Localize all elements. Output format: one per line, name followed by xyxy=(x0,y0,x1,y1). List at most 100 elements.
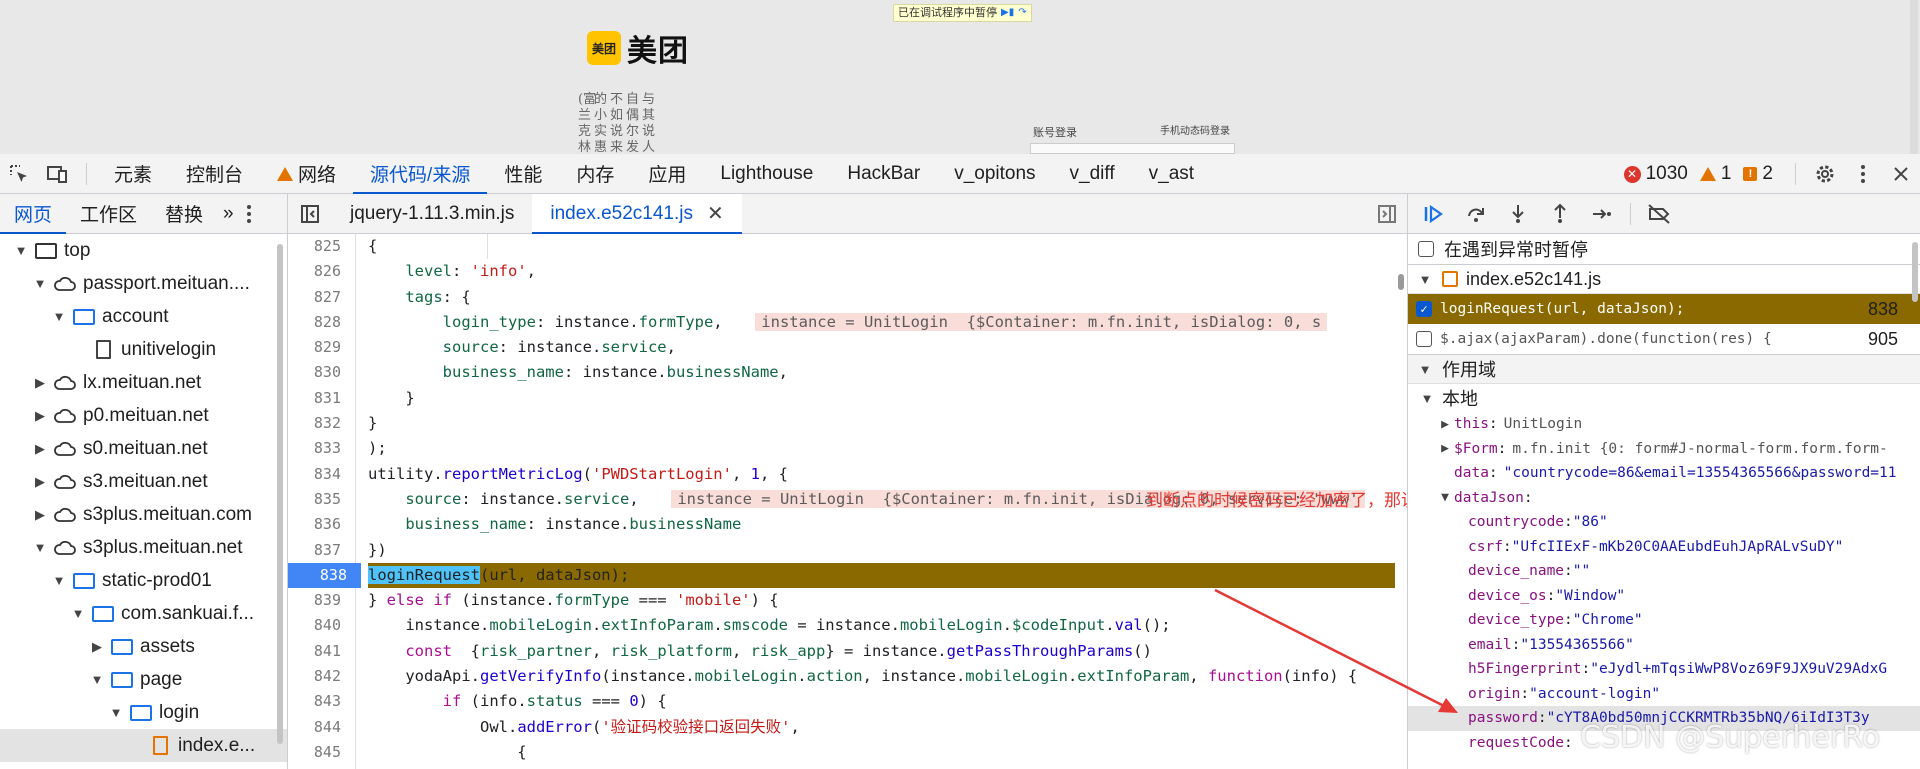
editor-tab-index[interactable]: index.e52c141.js ✕ xyxy=(532,193,743,234)
preview-scrollbar[interactable] xyxy=(1910,0,1918,154)
scope-field-row[interactable]: email: "13554365566" xyxy=(1408,633,1920,658)
debugger-scrollbar[interactable] xyxy=(1912,234,1918,764)
line-number[interactable]: 844 xyxy=(288,715,355,740)
device-toolbar-icon[interactable] xyxy=(38,154,76,194)
line-number[interactable]: 837 xyxy=(288,538,355,563)
scope-field-row[interactable]: origin: "account-login" xyxy=(1408,682,1920,707)
breakpoint-checkbox[interactable]: ✓ xyxy=(1416,301,1432,317)
expanded-chevron-icon[interactable]: ▼ xyxy=(69,606,87,621)
tree-item[interactable]: ▶ p0.meituan.net xyxy=(0,399,287,432)
line-number[interactable]: 842 xyxy=(288,664,355,689)
tab-network[interactable]: 网络 xyxy=(260,154,353,194)
expanded-chevron-icon[interactable]: ▼ xyxy=(31,276,49,291)
scope-section-header[interactable]: ▼ 作用域 xyxy=(1408,354,1920,384)
collapsed-chevron-icon[interactable]: ▶ xyxy=(88,639,106,655)
scope-variable-row[interactable]: ▶ $Form: m.fn.init {0: form#J-normal-for… xyxy=(1408,437,1920,462)
tab-sources[interactable]: 源代码/来源 xyxy=(353,154,488,194)
tab-console[interactable]: 控制台 xyxy=(169,154,260,194)
tab-application[interactable]: 应用 xyxy=(631,154,703,194)
tree-item[interactable]: ▼ com.sankuai.f... xyxy=(0,597,287,630)
error-count[interactable]: ✕ 1030 xyxy=(1623,163,1688,185)
line-number-gutter[interactable]: 825 826 827 828 829 830 831 832 833 834 835 836 837 8… xyxy=(288,234,361,769)
tree-item[interactable]: ▶ s0.meituan.net xyxy=(0,432,287,465)
inspect-element-icon[interactable] xyxy=(0,154,38,194)
line-number[interactable]: 843 xyxy=(288,689,355,714)
tab-performance[interactable]: 性能 xyxy=(487,154,559,194)
tree-item[interactable]: ▼ login xyxy=(0,696,287,729)
scope-variable-row[interactable]: data: "countrycode=86&email=13554365566&… xyxy=(1408,461,1920,486)
scope-variable-row[interactable]: ▶ this: UnitLogin xyxy=(1408,412,1920,437)
sidebar-toggle-icon[interactable] xyxy=(288,194,332,234)
tab-v-diff[interactable]: v_diff xyxy=(1053,154,1132,194)
issues-count[interactable]: ! 2 xyxy=(1743,163,1773,185)
tab-overrides[interactable]: 替换 xyxy=(151,194,217,234)
breakpoints-file-header[interactable]: ▼ index.e52c141.js xyxy=(1408,264,1920,294)
tree-item[interactable]: ▼ s3plus.meituan.net xyxy=(0,531,287,564)
line-number[interactable]: 841 xyxy=(288,639,355,664)
tree-item[interactable]: ▼ passport.meituan.... xyxy=(0,267,287,300)
scope-field-row[interactable]: countrycode: "86" xyxy=(1408,510,1920,535)
more-options-icon[interactable] xyxy=(1844,154,1882,194)
tab-elements[interactable]: 元素 xyxy=(97,154,169,194)
tab-page[interactable]: 网页 xyxy=(0,194,67,234)
tree-item[interactable]: ▶ s3plus.meituan.com xyxy=(0,498,287,531)
line-number[interactable]: 836 xyxy=(288,512,355,537)
collapsed-chevron-icon[interactable]: ▶ xyxy=(31,441,49,457)
scope-field-row[interactable]: device_name: "" xyxy=(1408,559,1920,584)
warning-count[interactable]: 1 xyxy=(1699,163,1731,185)
collapsed-chevron-icon[interactable]: ▶ xyxy=(31,408,49,424)
step-icon[interactable] xyxy=(1584,196,1620,232)
step-over-icon[interactable]: ↷ xyxy=(1018,5,1026,21)
tree-item[interactable]: ▶ s3.meituan.net xyxy=(0,465,287,498)
step-out-icon[interactable] xyxy=(1542,196,1578,232)
tree-item[interactable]: index.e... xyxy=(0,729,287,762)
code-area[interactable]: 825 826 827 828 829 830 831 832 833 834 835 836 837 8… xyxy=(288,234,1407,769)
tab-hackbar[interactable]: HackBar xyxy=(830,154,937,194)
line-number[interactable]: 835 xyxy=(288,487,355,512)
line-number[interactable]: 830 xyxy=(288,360,355,385)
step-into-icon[interactable] xyxy=(1500,196,1536,232)
tab-v-ast[interactable]: v_ast xyxy=(1132,154,1211,194)
tab-memory[interactable]: 内存 xyxy=(559,154,631,194)
breakpoint-row[interactable]: ✓ loginRequest(url, dataJson); 838 xyxy=(1408,294,1920,324)
step-over-icon[interactable] xyxy=(1458,196,1494,232)
collapsed-chevron-icon[interactable]: ▶ xyxy=(31,474,49,490)
line-number[interactable]: 826 xyxy=(288,259,355,284)
scope-field-row[interactable]: h5Fingerprint: "eJydl+mTqsiWwP8Voz69F9JX… xyxy=(1408,657,1920,682)
tree-item[interactable]: ▼ account xyxy=(0,300,287,333)
tree-scrollbar[interactable] xyxy=(277,234,283,769)
account-login-tab[interactable]: 账号登录 xyxy=(1033,124,1077,140)
pause-on-exceptions-checkbox[interactable] xyxy=(1418,241,1434,257)
local-scope-header[interactable]: ▼ 本地 xyxy=(1408,384,1920,412)
expanded-chevron-icon[interactable]: ▼ xyxy=(50,309,68,324)
expanded-chevron-icon[interactable]: ▼ xyxy=(107,705,125,720)
tab-lighthouse[interactable]: Lighthouse xyxy=(703,154,830,194)
line-number[interactable]: 828 xyxy=(288,310,355,335)
collapsed-chevron-icon[interactable]: ▶ xyxy=(31,507,49,523)
collapsed-chevron-icon[interactable]: ▶ xyxy=(31,375,49,391)
scope-field-row[interactable]: device_type: "Chrome" xyxy=(1408,608,1920,633)
line-number[interactable]: 833 xyxy=(288,436,355,461)
more-tabs-chevron-icon[interactable]: » xyxy=(217,194,240,234)
more-options-icon[interactable] xyxy=(240,194,258,234)
mobile-login-tab[interactable]: 手机动态码登录 xyxy=(1160,122,1230,137)
tree-item[interactable]: ▼ page xyxy=(0,663,287,696)
resume-icon[interactable]: ▶▮ xyxy=(1001,5,1014,21)
line-number[interactable]: 840 xyxy=(288,613,355,638)
line-number[interactable]: 832 xyxy=(288,411,355,436)
line-number[interactable]: 834 xyxy=(288,462,355,487)
tree-item[interactable]: unitivelogin xyxy=(0,333,287,366)
editor-scrollbar[interactable] xyxy=(1395,234,1407,769)
line-number[interactable]: 839 xyxy=(288,588,355,613)
expanded-chevron-icon[interactable]: ▼ xyxy=(31,540,49,555)
tree-item[interactable]: ▼ static-prod01 xyxy=(0,564,287,597)
expanded-chevron-icon[interactable]: ▼ xyxy=(50,573,68,588)
tree-item[interactable]: ▶ assets xyxy=(0,630,287,663)
settings-gear-icon[interactable] xyxy=(1806,154,1844,194)
deactivate-breakpoints-icon[interactable] xyxy=(1641,196,1677,232)
breakpoint-checkbox[interactable] xyxy=(1416,331,1432,347)
line-number[interactable]: 845 xyxy=(288,740,355,765)
scope-field-row[interactable]: device_os: "Window" xyxy=(1408,584,1920,609)
debugger-toggle-icon[interactable] xyxy=(1377,204,1397,229)
tree-item[interactable]: ▼ top xyxy=(0,234,287,267)
